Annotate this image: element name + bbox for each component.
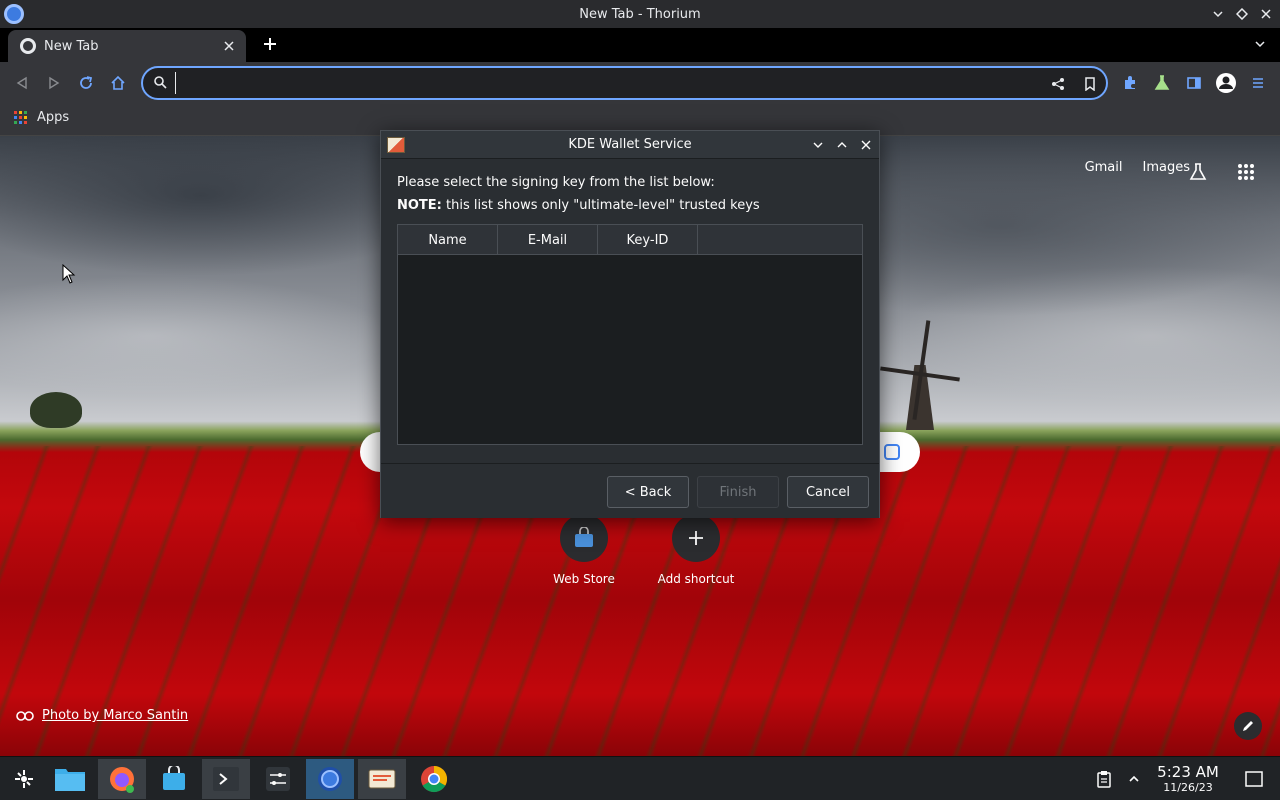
thorium-browser-icon[interactable] — [306, 759, 354, 799]
dialog-close-icon[interactable] — [857, 136, 875, 154]
customize-pencil-icon[interactable] — [1234, 712, 1262, 740]
chrome-icon[interactable] — [410, 759, 458, 799]
taskbar-clock[interactable]: 5:23 AM 11/26/23 — [1152, 763, 1224, 794]
shortcut-label: Add shortcut — [657, 572, 735, 586]
kwallet-taskbar-icon[interactable] — [358, 759, 406, 799]
note-text: this list shows only "ultimate-level" tr… — [441, 198, 760, 213]
minimize-chevron-icon[interactable] — [1208, 4, 1228, 24]
discover-store-icon[interactable] — [150, 759, 198, 799]
google-lens-icon[interactable] — [884, 444, 900, 460]
window-titlebar: New Tab - Thorium — [0, 0, 1280, 28]
dialog-title: KDE Wallet Service — [568, 137, 692, 152]
back-button[interactable]: < Back — [607, 476, 689, 508]
kde-wallet-dialog: KDE Wallet Service Please select the sig… — [380, 130, 880, 518]
tab-close-icon[interactable] — [220, 37, 238, 55]
forward-arrow-icon[interactable] — [42, 71, 66, 95]
column-header-filler — [698, 225, 862, 255]
add-plus-icon — [672, 514, 720, 562]
window-title: New Tab - Thorium — [579, 6, 701, 22]
tab-strip: New Tab — [0, 28, 1280, 62]
apps-label: Apps — [37, 110, 70, 125]
column-header-name[interactable]: Name — [398, 225, 498, 255]
dialog-note: NOTE: this list shows only "ultimate-lev… — [397, 198, 867, 213]
file-manager-icon[interactable] — [46, 759, 94, 799]
maximize-diamond-icon[interactable] — [1232, 4, 1252, 24]
new-tab-plus-icon[interactable] — [258, 32, 282, 56]
dialog-button-row: < Back Finish Cancel — [381, 464, 879, 518]
tray-expand-chevron-icon[interactable] — [1116, 759, 1152, 799]
dialog-minimize-icon[interactable] — [809, 136, 827, 154]
terminal-icon[interactable] — [202, 759, 250, 799]
search-icon — [153, 75, 169, 91]
menu-hamburger-icon[interactable] — [1246, 71, 1270, 95]
labs-flask-icon[interactable] — [1186, 160, 1210, 184]
mouse-cursor-icon — [62, 264, 76, 284]
clock-date: 11/26/23 — [1163, 781, 1213, 794]
chrome-favicon-icon — [20, 38, 36, 54]
dialog-titlebar: KDE Wallet Service — [381, 131, 879, 159]
apps-bookmark[interactable]: Apps — [14, 110, 69, 125]
link-icon — [16, 710, 34, 721]
thorium-app-icon — [4, 4, 24, 24]
kwallet-app-icon — [387, 137, 405, 153]
google-apps-grid-icon[interactable] — [1234, 160, 1258, 184]
address-bar[interactable] — [141, 66, 1108, 100]
shortcut-web-store[interactable]: Web Store — [534, 514, 634, 586]
show-desktop-icon[interactable] — [1232, 759, 1276, 799]
photo-credit[interactable]: Photo by Marco Santin — [16, 708, 188, 723]
dialog-message: Please select the signing key from the l… — [397, 175, 867, 213]
gmail-link[interactable]: Gmail — [1085, 160, 1123, 175]
dialog-maximize-icon[interactable] — [833, 136, 851, 154]
extensions-puzzle-icon[interactable] — [1118, 71, 1142, 95]
tab-label: New Tab — [44, 38, 99, 54]
column-header-key-id[interactable]: Key-ID — [598, 225, 698, 255]
window-close-icon[interactable] — [1256, 4, 1276, 24]
clock-time: 5:23 AM — [1157, 763, 1219, 781]
side-panel-icon[interactable] — [1182, 71, 1206, 95]
images-link[interactable]: Images — [1143, 160, 1191, 175]
apps-grid-icon — [14, 111, 27, 124]
labs-flask-icon[interactable] — [1150, 71, 1174, 95]
finish-button[interactable]: Finish — [697, 476, 779, 508]
profile-avatar-icon[interactable] — [1214, 71, 1238, 95]
web-store-icon — [560, 514, 608, 562]
dialog-prompt: Please select the signing key from the l… — [397, 175, 715, 190]
note-label: NOTE: — [397, 198, 442, 213]
cancel-button[interactable]: Cancel — [787, 476, 869, 508]
shortcut-add[interactable]: Add shortcut — [646, 514, 746, 586]
bookmark-icon[interactable] — [1081, 75, 1099, 93]
ntp-top-links: Gmail Images — [1085, 160, 1190, 175]
taskbar: 5:23 AM 11/26/23 — [0, 756, 1280, 800]
tab-search-chevron-icon[interactable] — [1250, 34, 1270, 54]
column-header-email[interactable]: E-Mail — [498, 225, 598, 255]
firefox-icon[interactable] — [98, 759, 146, 799]
address-input[interactable] — [175, 72, 1035, 94]
background-windmill — [880, 320, 960, 430]
shortcut-label: Web Store — [553, 572, 615, 586]
share-icon[interactable] — [1049, 75, 1067, 93]
tab-new-tab[interactable]: New Tab — [8, 30, 246, 62]
system-settings-icon[interactable] — [254, 759, 302, 799]
signing-key-list[interactable]: Name E-Mail Key-ID — [397, 224, 863, 445]
browser-toolbar — [0, 62, 1280, 104]
app-launcher-icon[interactable] — [0, 759, 48, 799]
back-arrow-icon[interactable] — [10, 71, 34, 95]
background-tree — [30, 392, 82, 428]
reload-icon[interactable] — [74, 71, 98, 95]
home-icon[interactable] — [106, 71, 130, 95]
photo-credit-link[interactable]: Photo by Marco Santin — [42, 708, 188, 723]
key-list-header: Name E-Mail Key-ID — [398, 225, 862, 255]
